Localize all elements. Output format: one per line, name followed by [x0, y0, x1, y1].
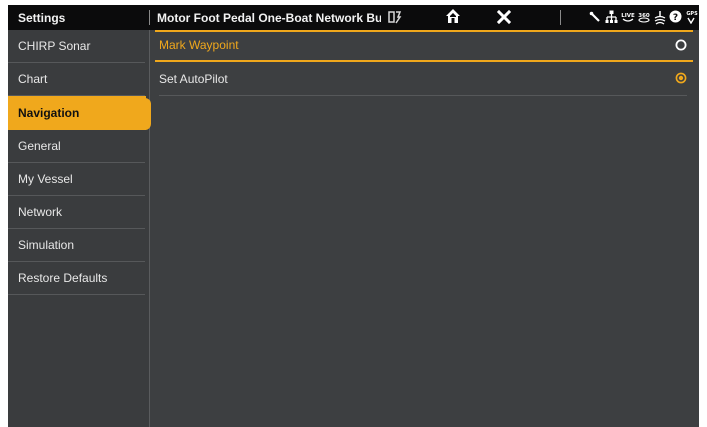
- home-icon[interactable]: [445, 8, 461, 25]
- sidebar-item-chart[interactable]: Chart: [8, 63, 149, 96]
- settings-sidebar: CHIRP Sonar Chart Navigation General My …: [8, 30, 150, 427]
- option-set-autopilot[interactable]: Set AutoPilot: [150, 62, 699, 96]
- sidebar-item-chirp-sonar[interactable]: CHIRP Sonar: [8, 30, 149, 63]
- option-label: Mark Waypoint: [159, 38, 239, 52]
- icon-divider: [560, 10, 561, 25]
- svg-text:?: ?: [673, 13, 678, 23]
- settings-screen: Settings Motor Foot Pedal One-Boat Netwo…: [8, 5, 699, 427]
- sidebar-item-network[interactable]: Network: [8, 196, 149, 229]
- settings-title: Settings: [18, 11, 66, 25]
- sidebar-item-navigation[interactable]: Navigation: [8, 96, 146, 130]
- live-sonar-icon[interactable]: LIVE: [621, 10, 635, 24]
- network-icon[interactable]: [605, 10, 618, 24]
- satellite-icon[interactable]: [589, 11, 601, 23]
- svg-text:LIVE: LIVE: [621, 13, 635, 19]
- sidebar-item-my-vessel[interactable]: My Vessel: [8, 163, 149, 196]
- 360-sonar-icon[interactable]: 360: [637, 10, 651, 24]
- window-title[interactable]: Motor Foot Pedal One-Boat Network Bu…: [157, 11, 381, 25]
- top-bar: Settings Motor Foot Pedal One-Boat Netwo…: [8, 5, 699, 30]
- radio-unchecked-icon[interactable]: [675, 39, 687, 51]
- navigation-options-panel: Mark Waypoint Set AutoPilot: [150, 30, 699, 427]
- sidebar-item-simulation[interactable]: Simulation: [8, 229, 149, 262]
- radio-checked-icon[interactable]: [675, 72, 687, 84]
- gps-icon[interactable]: GPS: [685, 9, 698, 24]
- close-icon[interactable]: [497, 10, 511, 24]
- depth-icon[interactable]: [654, 10, 666, 25]
- sidebar-item-general[interactable]: General: [8, 130, 149, 163]
- help-icon[interactable]: ?: [669, 10, 682, 23]
- option-label: Set AutoPilot: [159, 72, 228, 86]
- option-mark-waypoint[interactable]: Mark Waypoint: [150, 30, 699, 62]
- pinned-windows-icon[interactable]: [388, 9, 402, 25]
- title-divider: [149, 10, 150, 25]
- svg-text:GPS: GPS: [686, 11, 698, 17]
- sidebar-item-restore-defaults[interactable]: Restore Defaults: [8, 262, 149, 295]
